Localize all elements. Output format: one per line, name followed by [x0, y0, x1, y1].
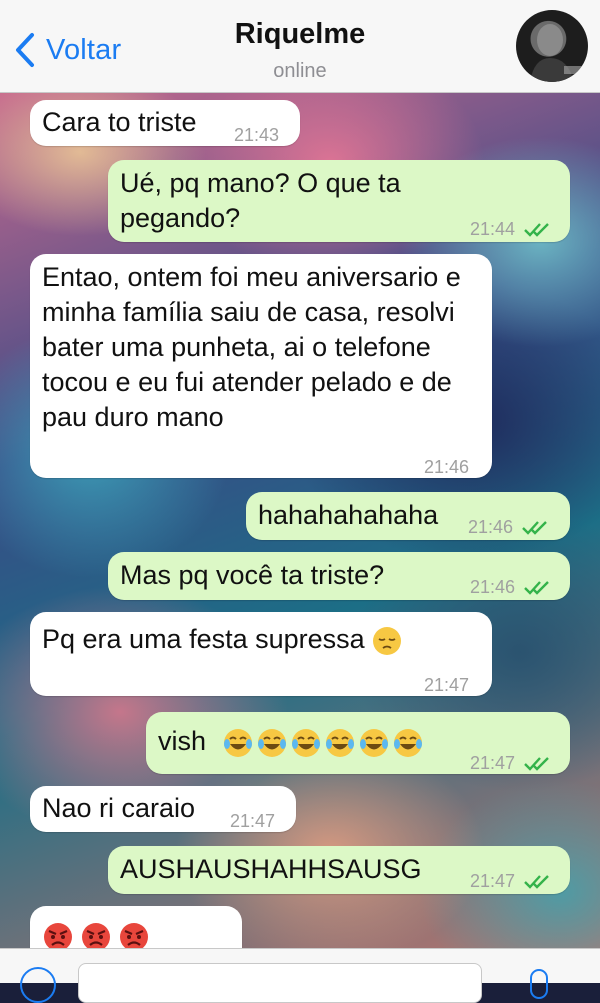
message-time: 21:44: [470, 212, 552, 247]
tears-of-joy-emoji-icon: [393, 728, 422, 757]
tears-of-joy-emoji-row: [220, 726, 424, 757]
message-text: vish: [158, 726, 207, 756]
message-time: 21:46: [424, 457, 470, 477]
message-outgoing[interactable]: AUSHAUSHAHHSAUSG 21:47: [108, 846, 570, 894]
message-time: 21:46: [470, 570, 552, 605]
message-text: Cara to triste: [42, 107, 197, 137]
contact-status: online: [273, 60, 327, 82]
chat-header: Voltar Riquelme online: [0, 0, 600, 93]
message-incoming[interactable]: Pq era uma festa supressa 21:47: [30, 612, 492, 696]
angry-face-emoji-icon: [44, 922, 72, 948]
tears-of-joy-emoji-icon: [359, 728, 388, 757]
message-text: hahahahahaha: [258, 500, 439, 530]
angry-face-emoji-icon: [82, 922, 110, 948]
message-outgoing[interactable]: hahahahahaha 21:46: [246, 492, 570, 540]
contact-name[interactable]: Riquelme: [0, 18, 600, 51]
message-time-label: 21:46: [468, 517, 514, 537]
message-time: 21:47: [230, 811, 276, 831]
message-time: 21:43: [234, 125, 280, 145]
tears-of-joy-emoji-icon: [257, 728, 286, 757]
tears-of-joy-emoji-icon: [291, 728, 320, 757]
double-check-icon: [522, 521, 547, 535]
double-check-icon: [524, 581, 549, 595]
message-text: AUSHAUSHAHHSAUSG: [120, 854, 422, 884]
message-text-row: Pq era uma festa supressa: [42, 622, 402, 657]
message-text: Mas pq você ta triste?: [120, 560, 385, 590]
message-incoming[interactable]: Cara to triste 21:43: [30, 100, 300, 146]
double-check-icon: [524, 223, 549, 237]
tears-of-joy-emoji-icon: [325, 728, 354, 757]
message-time-label: 21:44: [470, 219, 516, 239]
message-incoming[interactable]: Entao, ontem foi meu aniversario e minha…: [30, 254, 492, 478]
message-time-label: 21:46: [470, 577, 516, 597]
chat-wallpaper: Cara to triste 21:43 Ué, pq mano? O que …: [0, 92, 600, 948]
message-outgoing[interactable]: vish 21:47: [146, 712, 570, 774]
microphone-icon[interactable]: [530, 969, 548, 999]
message-incoming[interactable]: 21:47: [30, 906, 242, 948]
message-text-row: vish: [158, 724, 424, 759]
message-input[interactable]: [78, 963, 482, 1003]
message-outgoing[interactable]: Ué, pq mano? O que ta pegando? 21:44: [108, 160, 570, 242]
message-time: 21:47: [176, 940, 221, 948]
double-check-icon: [524, 757, 549, 771]
double-check-icon: [524, 875, 549, 889]
angry-face-emoji-icon: [120, 922, 148, 948]
message-time: 21:47: [470, 864, 552, 899]
message-time: 21:46: [468, 510, 550, 545]
attach-icon[interactable]: [20, 967, 56, 1003]
tears-of-joy-emoji-icon: [223, 728, 252, 757]
message-outgoing[interactable]: Mas pq você ta triste? 21:46: [108, 552, 570, 600]
message-time: 21:47: [470, 746, 552, 781]
message-text: Nao ri caraio: [42, 793, 196, 823]
angry-face-emoji-row: [42, 918, 156, 948]
message-time-label: 21:47: [470, 871, 516, 891]
message-input-bar: [0, 948, 600, 1003]
message-text: Pq era uma festa supressa: [42, 624, 365, 654]
message-text: Ué, pq mano? O que ta pegando?: [120, 168, 401, 233]
avatar[interactable]: [516, 10, 588, 82]
message-text: Entao, ontem foi meu aniversario e minha…: [42, 262, 461, 432]
message-time-label: 21:47: [470, 753, 516, 773]
pensive-face-emoji-icon: [373, 626, 402, 655]
message-incoming[interactable]: Nao ri caraio 21:47: [30, 786, 296, 832]
message-time: 21:47: [424, 675, 470, 695]
